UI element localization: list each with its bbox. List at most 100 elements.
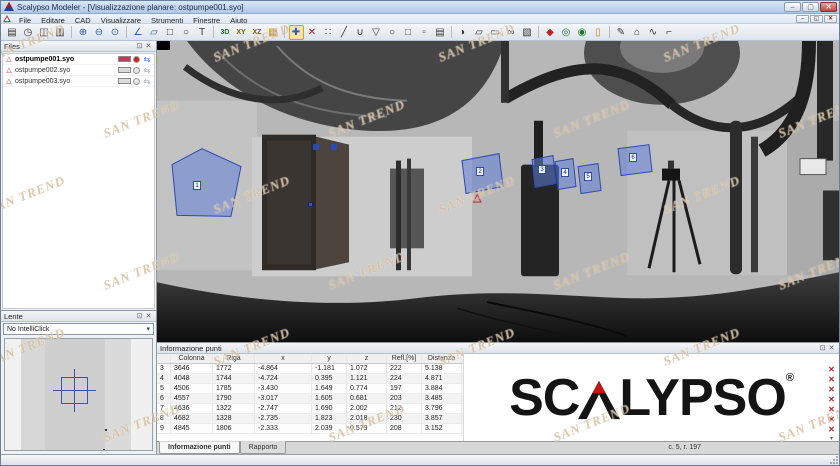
delete-row-icon[interactable]: ✕: [828, 395, 835, 405]
visibility-dot-icon[interactable]: [133, 55, 140, 63]
delete-points-icon[interactable]: ✕: [305, 25, 320, 40]
color-swatch[interactable]: [118, 67, 131, 73]
annotate-icon[interactable]: ✎: [614, 25, 629, 40]
lens-preview[interactable]: [4, 338, 153, 451]
recent-icon[interactable]: ◷: [21, 25, 36, 40]
region-marker[interactable]: 1: [193, 181, 201, 190]
zoom-reset-icon[interactable]: ⊙: [108, 25, 123, 40]
column-header[interactable]: Riga: [213, 354, 255, 363]
delete-row-icon[interactable]: ✕: [828, 425, 835, 435]
table-row[interactable]: 9 4845 1806 -2.333 2.039 0.579 208 3.152: [157, 424, 463, 434]
view-xy-icon[interactable]: XY: [234, 25, 249, 40]
maximize-button[interactable]: ▢: [802, 2, 819, 12]
mdi-restore-button[interactable]: ◱: [810, 14, 823, 23]
target-b-icon[interactable]: ◉: [575, 25, 590, 40]
scatter-select-icon[interactable]: ∷: [321, 25, 336, 40]
table-row[interactable]: 6 4557 1790 -3.017 1.605 0.681 203 3.485: [157, 394, 463, 404]
print-icon[interactable]: ▥: [53, 25, 68, 40]
file-list-item[interactable]: △ ostpumpe001.syo ⇆: [3, 54, 154, 65]
polygon-tool-icon[interactable]: ▽: [369, 25, 384, 40]
export-model-icon[interactable]: ⌂: [630, 25, 645, 40]
region-marker[interactable]: 5: [584, 172, 592, 181]
close-icon[interactable]: ✕: [144, 312, 153, 320]
table-row[interactable]: 8 4682 1328 -2.735 1.823 2.018 230 3.857: [157, 414, 463, 424]
pin-icon[interactable]: ⊡: [135, 42, 144, 50]
file-list-item[interactable]: △ ostpumpe002.syo ⇆: [3, 65, 154, 76]
delete-row-icon[interactable]: ✕: [828, 365, 835, 375]
move-icon[interactable]: ⇆: [142, 66, 152, 75]
column-header[interactable]: Refl.[%]: [387, 354, 422, 363]
file-list-item[interactable]: △ ostpumpe003.syo ⇆: [3, 76, 154, 87]
intelliclick-dropdown[interactable]: No IntelliClick ▾: [3, 323, 154, 335]
minimize-button[interactable]: –: [784, 2, 801, 12]
fit-box-icon[interactable]: ▭: [488, 25, 503, 40]
visibility-dot-icon[interactable]: [133, 77, 140, 85]
leveling-rod-icon[interactable]: ▯: [591, 25, 606, 40]
selected-point-marker[interactable]: [308, 202, 313, 207]
delete-row-icon[interactable]: ✕: [828, 385, 835, 395]
circle-measure-icon[interactable]: ○: [179, 25, 194, 40]
pipe-fitting-icon[interactable]: ⌐: [662, 25, 677, 40]
line-tool-icon[interactable]: ╱: [337, 25, 352, 40]
close-icon[interactable]: ✕: [827, 344, 836, 352]
pin-icon[interactable]: ⊡: [135, 312, 144, 320]
column-header[interactable]: Colonna: [171, 354, 213, 363]
table-row[interactable]: 7 4636 1322 -2.747 1.690 2.002 212 3.796: [157, 404, 463, 414]
rect-measure-icon[interactable]: □: [163, 25, 178, 40]
region-marker[interactable]: 4: [561, 168, 569, 177]
target-a-icon[interactable]: ◎: [559, 25, 574, 40]
column-header[interactable]: [157, 354, 171, 363]
text-tool-icon[interactable]: T: [195, 25, 210, 40]
open-file-icon[interactable]: ▤: [5, 25, 20, 40]
column-header[interactable]: z: [347, 354, 387, 363]
resize-grip[interactable]: [830, 456, 838, 464]
delete-row-icon[interactable]: ✕: [828, 375, 835, 385]
view-xz-icon[interactable]: XZ: [250, 25, 265, 40]
region-marker[interactable]: 3: [538, 165, 546, 174]
view-grid-icon[interactable]: ▦: [266, 25, 281, 40]
close-button[interactable]: ✕: [820, 2, 837, 12]
column-header[interactable]: y: [312, 354, 347, 363]
vertex-handle[interactable]: [313, 144, 319, 150]
delete-row-icon[interactable]: ✕: [828, 415, 835, 425]
zoom-in-icon[interactable]: ⊕: [76, 25, 91, 40]
fit-wedge-icon[interactable]: ◗: [456, 25, 471, 40]
color-swatch[interactable]: [118, 78, 131, 84]
angle-measure-icon[interactable]: ∠: [131, 25, 146, 40]
delete-row-icon[interactable]: ✕: [828, 405, 835, 415]
region-marker[interactable]: 6: [629, 153, 637, 162]
rect-tool-icon[interactable]: □: [401, 25, 416, 40]
fit-sheet-icon[interactable]: ▧: [520, 25, 535, 40]
save-icon[interactable]: ◫: [37, 25, 52, 40]
column-header[interactable]: x: [255, 354, 312, 363]
circle-tool-icon[interactable]: ○: [385, 25, 400, 40]
close-icon[interactable]: ✕: [144, 42, 153, 50]
mdi-close-button[interactable]: ✕: [824, 14, 837, 23]
region-marker[interactable]: 2: [476, 167, 484, 176]
pan-tool-icon[interactable]: ✚: [288, 24, 304, 40]
mdi-minimize-button[interactable]: –: [796, 14, 809, 23]
color-swatch[interactable]: [118, 56, 131, 62]
tab-informazione-punti[interactable]: Informazione punti: [159, 441, 240, 454]
fence-select-icon[interactable]: ▫: [417, 25, 432, 40]
table-row[interactable]: 4 4048 1744 -4.724 0.395 1.121 224 4.871: [157, 374, 463, 384]
view-3d-icon[interactable]: 3D: [218, 25, 233, 40]
table-row[interactable]: 5 4506 1785 -3.430 1.649 0.774 197 3.884: [157, 384, 463, 394]
move-icon[interactable]: ⇆: [142, 77, 152, 86]
zoom-out-icon[interactable]: ⊖: [92, 25, 107, 40]
polygon-measure-icon[interactable]: ▱: [147, 25, 162, 40]
tab-rapporto[interactable]: Rapporto: [239, 441, 287, 454]
target-point-icon[interactable]: ◆: [543, 25, 558, 40]
polyline-tool-icon[interactable]: ∪: [353, 25, 368, 40]
fit-pipe-icon[interactable]: ∞: [504, 25, 519, 40]
layers-icon[interactable]: ▤: [433, 25, 448, 40]
pipe-run-icon[interactable]: ∿: [646, 25, 661, 40]
table-row[interactable]: 3 3646 1772 -4.864 -1.181 1.072 222 5.138: [157, 364, 463, 374]
visibility-dot-icon[interactable]: [133, 66, 140, 74]
column-header[interactable]: Distanza: [422, 354, 462, 363]
fit-plane-icon[interactable]: ▱: [472, 25, 487, 40]
vertex-handle[interactable]: [331, 144, 337, 150]
move-icon[interactable]: ⇆: [142, 55, 152, 64]
pin-icon[interactable]: ⊡: [818, 344, 827, 352]
panorama-view[interactable]: 1 2 3 4 5 6 △: [157, 41, 839, 343]
